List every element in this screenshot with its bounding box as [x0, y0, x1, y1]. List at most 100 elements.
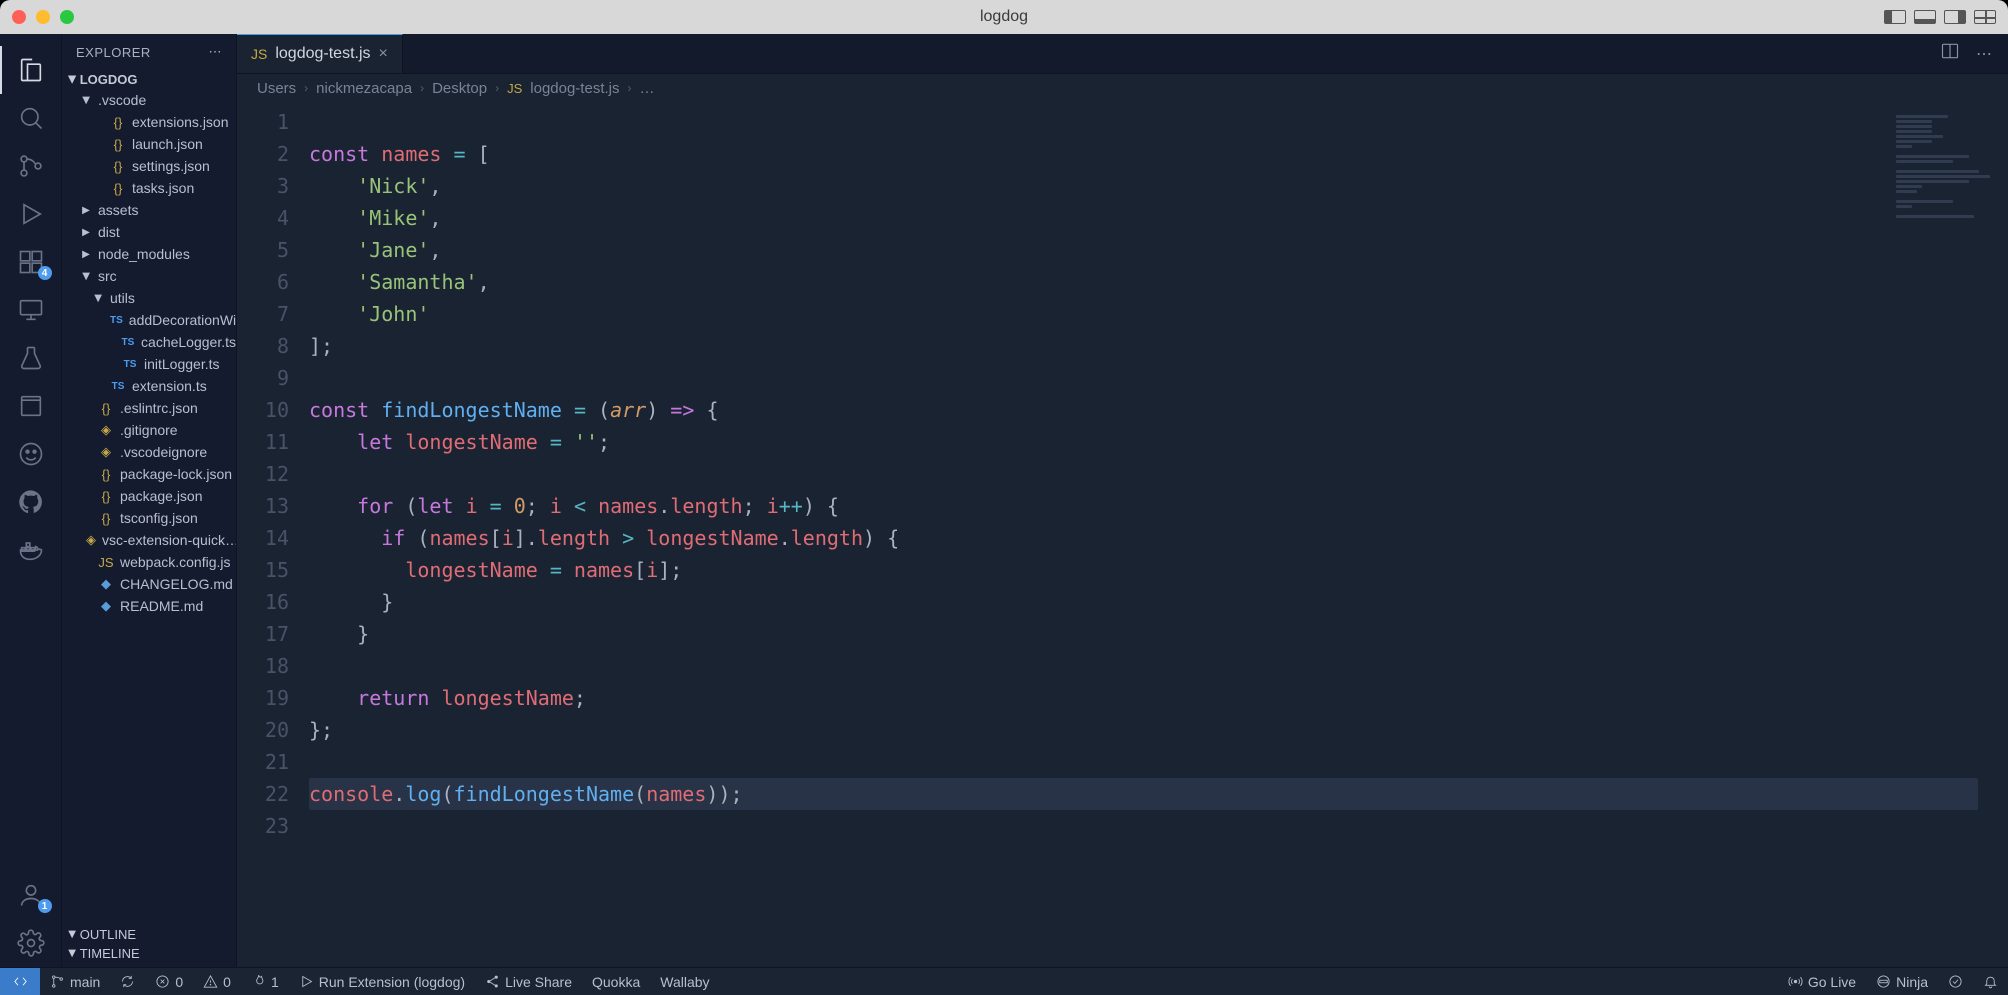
folder-dist[interactable]: ▶dist	[62, 221, 236, 243]
file-launch.json[interactable]: {}launch.json	[62, 133, 236, 155]
file-addDecorationWi…[interactable]: TSaddDecorationWi…	[62, 309, 236, 331]
editor-area: JS logdog-test.js × ⋯ Users›nickmezacapa…	[237, 34, 2008, 967]
status-wallaby[interactable]: Wallaby	[650, 968, 719, 995]
code-line[interactable]	[309, 362, 2008, 394]
status-flame[interactable]: 1	[241, 968, 289, 995]
folder-utils[interactable]: ▶utils	[62, 287, 236, 309]
code-line[interactable]	[309, 458, 2008, 490]
minimize-window-button[interactable]	[36, 10, 50, 24]
activity-github-icon[interactable]	[0, 478, 62, 526]
status-broadcast[interactable]: Go Live	[1778, 968, 1866, 995]
code-line[interactable]	[309, 810, 2008, 842]
close-tab-icon[interactable]: ×	[379, 45, 388, 63]
file-package.json[interactable]: {}package.json	[62, 485, 236, 507]
timeline-section[interactable]: ▶ TIMELINE	[62, 944, 236, 963]
toggle-primary-sidebar-icon[interactable]	[1884, 10, 1906, 24]
folder-.vscode[interactable]: ▶.vscode	[62, 89, 236, 111]
status-share[interactable]: Live Share	[475, 968, 582, 995]
breadcrumb-segment[interactable]: Users	[257, 80, 296, 97]
file-webpack.config.js[interactable]: JSwebpack.config.js	[62, 551, 236, 573]
folder-node_modules[interactable]: ▶node_modules	[62, 243, 236, 265]
toggle-secondary-sidebar-icon[interactable]	[1944, 10, 1966, 24]
editor-tab[interactable]: JS logdog-test.js ×	[237, 34, 403, 73]
status-warning[interactable]: 0	[193, 968, 241, 995]
code-content[interactable]: const names = [ 'Nick', 'Mike', 'Jane', …	[309, 102, 2008, 967]
status-play[interactable]: Run Extension (logdog)	[289, 968, 475, 995]
split-editor-icon[interactable]	[1940, 41, 1960, 66]
code-line[interactable]: }	[309, 618, 2008, 650]
code-line[interactable]: 'Jane',	[309, 234, 2008, 266]
activity-extensions-icon[interactable]: 4	[0, 238, 62, 286]
file-.eslintrc.json[interactable]: {}.eslintrc.json	[62, 397, 236, 419]
code-line[interactable]	[309, 746, 2008, 778]
activity-testing-icon[interactable]	[0, 334, 62, 382]
breadcrumb-segment[interactable]: logdog-test.js	[530, 80, 619, 97]
file-package-lock.json[interactable]: {}package-lock.json	[62, 463, 236, 485]
file-extension.ts[interactable]: TSextension.ts	[62, 375, 236, 397]
activity-docker-icon[interactable]	[0, 526, 62, 574]
customize-layout-icon[interactable]	[1974, 10, 1996, 24]
code-line[interactable]: let longestName = '';	[309, 426, 2008, 458]
breadcrumb-segment[interactable]: …	[639, 80, 654, 97]
status-quokka[interactable]: Quokka	[582, 968, 650, 995]
activity-copilot-icon[interactable]	[0, 430, 62, 478]
activity-accounts-icon[interactable]: 1	[0, 871, 62, 919]
status-branch[interactable]: main	[40, 968, 110, 995]
code-line[interactable]: for (let i = 0; i < names.length; i++) {	[309, 490, 2008, 522]
code-line[interactable]: }	[309, 586, 2008, 618]
code-line[interactable]: 'John'	[309, 298, 2008, 330]
status-sync[interactable]	[110, 968, 145, 995]
sidebar-more-icon[interactable]: ⋯	[209, 44, 223, 60]
tree-item-label: webpack.config.js	[120, 554, 231, 570]
file-initLogger.ts[interactable]: TSinitLogger.ts	[62, 353, 236, 375]
status-bell[interactable]	[1973, 968, 2008, 995]
activity-scm-icon[interactable]	[0, 142, 62, 190]
code-line[interactable]: console.log(findLongestName(names));	[309, 778, 1978, 810]
code-line[interactable]: ];	[309, 330, 2008, 362]
more-actions-icon[interactable]: ⋯	[1976, 44, 1992, 64]
file-cacheLogger.ts[interactable]: TScacheLogger.ts	[62, 331, 236, 353]
folder-assets[interactable]: ▶assets	[62, 199, 236, 221]
file-tsconfig.json[interactable]: {}tsconfig.json	[62, 507, 236, 529]
code-line[interactable]	[309, 650, 2008, 682]
outline-section[interactable]: ▶ OUTLINE	[62, 925, 236, 944]
activity-run-debug-icon[interactable]	[0, 190, 62, 238]
code-line[interactable]: const findLongestName = (arr) => {	[309, 394, 2008, 426]
file-CHANGELOG.md[interactable]: ◆CHANGELOG.md	[62, 573, 236, 595]
file-vsc-extension-quick…[interactable]: ◈vsc-extension-quick…	[62, 529, 236, 551]
code-line[interactable]: longestName = names[i];	[309, 554, 2008, 586]
code-line[interactable]: 'Samantha',	[309, 266, 2008, 298]
status-check[interactable]	[1938, 968, 1973, 995]
breadcrumb-segment[interactable]: Desktop	[432, 80, 487, 97]
activity-references-icon[interactable]	[0, 382, 62, 430]
maximize-window-button[interactable]	[60, 10, 74, 24]
file-.gitignore[interactable]: ◈.gitignore	[62, 419, 236, 441]
activity-remote-explorer-icon[interactable]	[0, 286, 62, 334]
close-window-button[interactable]	[12, 10, 26, 24]
code-line[interactable]: 'Nick',	[309, 170, 2008, 202]
code-line[interactable]: };	[309, 714, 2008, 746]
file-settings.json[interactable]: {}settings.json	[62, 155, 236, 177]
code-line[interactable]: const names = [	[309, 138, 2008, 170]
file-.vscodeignore[interactable]: ◈.vscodeignore	[62, 441, 236, 463]
folder-src[interactable]: ▶src	[62, 265, 236, 287]
activity-settings-gear-icon[interactable]	[0, 919, 62, 967]
breadcrumb[interactable]: Users›nickmezacapa›Desktop›JSlogdog-test…	[237, 74, 2008, 102]
folder-section-header[interactable]: ▶ LOGDOG	[62, 70, 236, 89]
status-error[interactable]: 0	[145, 968, 193, 995]
status-ninja[interactable]: Ninja	[1866, 968, 1938, 995]
code-line[interactable]: return longestName;	[309, 682, 2008, 714]
file-extensions.json[interactable]: {}extensions.json	[62, 111, 236, 133]
activity-search-icon[interactable]	[0, 94, 62, 142]
code-editor[interactable]: 1234567891011121314151617181920212223 co…	[237, 102, 2008, 967]
toggle-panel-icon[interactable]	[1914, 10, 1936, 24]
minimap[interactable]	[1888, 102, 2008, 233]
code-line[interactable]	[309, 106, 2008, 138]
code-line[interactable]: if (names[i].length > longestName.length…	[309, 522, 2008, 554]
file-README.md[interactable]: ◆README.md	[62, 595, 236, 617]
remote-indicator[interactable]	[0, 968, 40, 995]
file-tasks.json[interactable]: {}tasks.json	[62, 177, 236, 199]
activity-explorer-icon[interactable]	[0, 46, 62, 94]
breadcrumb-segment[interactable]: nickmezacapa	[316, 80, 412, 97]
code-line[interactable]: 'Mike',	[309, 202, 2008, 234]
